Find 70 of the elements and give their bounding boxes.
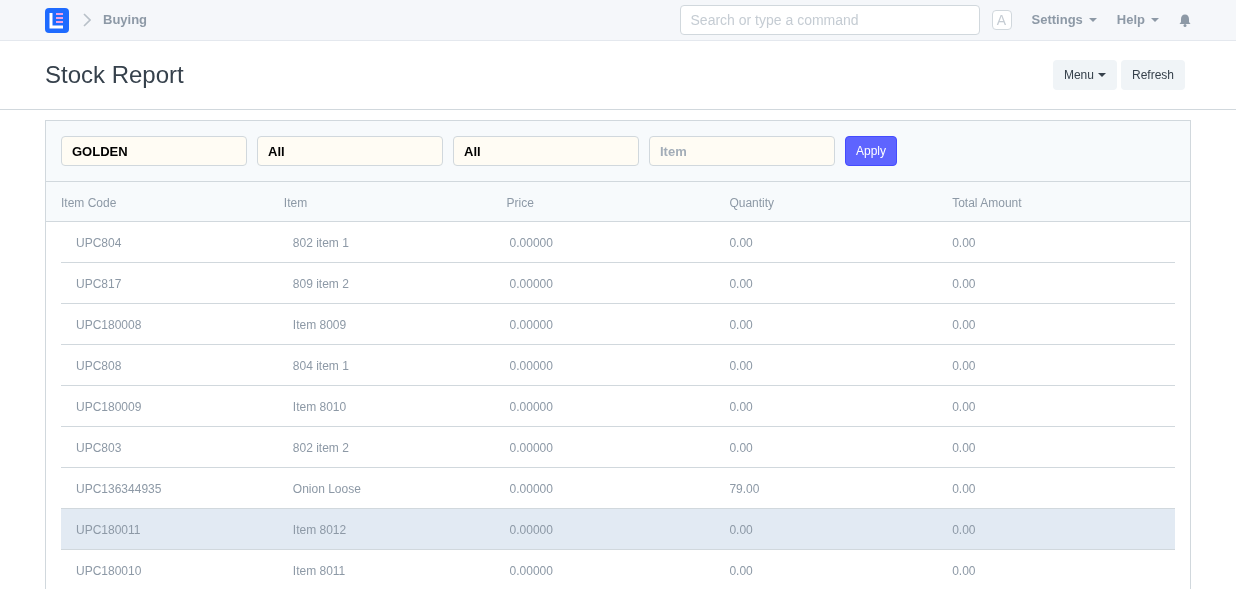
table-cell: 809 item 2: [292, 277, 349, 291]
column-header: Price: [506, 195, 534, 210]
avatar[interactable]: A: [991, 10, 1012, 30]
table-cell: 0.00000: [509, 318, 553, 332]
table-cell: UPC803: [76, 441, 122, 455]
table-cell: UPC180009: [76, 400, 142, 414]
table-cell: 0.00000: [509, 441, 553, 455]
table-cell: 0.00000: [509, 359, 553, 373]
table-cell: 0.00: [952, 441, 976, 455]
table-cell: 0.00000: [509, 482, 553, 496]
chevron-right-icon: [83, 13, 91, 27]
breadcrumb-link[interactable]: Buying: [103, 10, 148, 30]
apply-button[interactable]: Apply: [845, 136, 898, 166]
table-cell: UPC180010: [76, 564, 142, 578]
table-cell: Item 8012: [292, 523, 347, 537]
table-cell: 802 item 1: [292, 236, 349, 250]
menu-button[interactable]: Menu: [1052, 60, 1117, 90]
notification-bell-icon[interactable]: [1179, 13, 1191, 27]
filter-field[interactable]: GOLDEN: [61, 136, 247, 166]
table-cell: 0.00: [729, 277, 753, 291]
caret-icon: [1097, 73, 1106, 77]
table-cell: 0.00: [952, 236, 976, 250]
table-cell: UPC817: [76, 277, 122, 291]
table-cell: 0.00: [952, 277, 976, 291]
refresh-button[interactable]: Refresh: [1120, 60, 1185, 90]
column-header: Quantity: [729, 195, 775, 210]
search-field[interactable]: Search or type a command: [679, 5, 980, 35]
table-cell: 0.00: [952, 564, 976, 578]
table-cell: 804 item 1: [292, 359, 349, 373]
table-cell: 0.00: [952, 523, 976, 537]
table-cell: Onion Loose: [292, 482, 361, 496]
table-cell: 0.00: [952, 318, 976, 332]
table-cell: Item 8010: [292, 400, 347, 414]
table-cell: UPC180011: [76, 523, 141, 537]
table-cell: 0.00000: [509, 236, 553, 250]
table-cell: 0.00: [952, 359, 976, 373]
column-header: Total Amount: [952, 195, 1022, 210]
caret-icon: [1088, 18, 1097, 22]
caret-icon: [1151, 18, 1159, 22]
table-cell: 79.00: [729, 482, 760, 496]
table-cell: 0.00: [729, 318, 753, 332]
page-title: Stock Report: [45, 60, 185, 90]
table-cell: Item 8011: [292, 564, 346, 578]
table-cell: 0.00: [729, 441, 753, 455]
table-cell: 0.00: [952, 400, 976, 414]
table-cell: 0.00: [729, 564, 753, 578]
table-cell: 0.00: [729, 523, 753, 537]
table-cell: 0.00: [952, 482, 976, 496]
table-cell: UPC808: [76, 359, 122, 373]
column-header: Item Code: [61, 195, 117, 210]
app-logo-icon[interactable]: [45, 7, 69, 33]
nav-menu-button[interactable]: Settings: [1031, 10, 1097, 30]
filter-field[interactable]: All: [453, 136, 639, 166]
table-cell: 802 item 2: [292, 441, 349, 455]
filter-field[interactable]: Item: [649, 136, 835, 166]
table-cell: 0.00: [729, 359, 753, 373]
table-cell: 0.00000: [509, 277, 553, 291]
table-cell: 0.00000: [509, 523, 553, 537]
table-row[interactable]: UPC180011 Item 8012 0.00000 0.00 0.00: [61, 509, 1175, 550]
nav-menu-button[interactable]: Help: [1116, 10, 1159, 30]
column-header: Item: [283, 195, 308, 210]
table-cell: Item 8009: [292, 318, 347, 332]
table-cell: UPC136344935: [76, 482, 162, 496]
table-cell: 0.00000: [509, 564, 553, 578]
table-cell: UPC804: [76, 236, 122, 250]
filter-field[interactable]: All: [257, 136, 443, 166]
table-cell: 0.00000: [509, 400, 553, 414]
table-cell: 0.00: [729, 400, 753, 414]
table-cell: 0.00: [729, 236, 753, 250]
table-cell: UPC180008: [76, 318, 142, 332]
